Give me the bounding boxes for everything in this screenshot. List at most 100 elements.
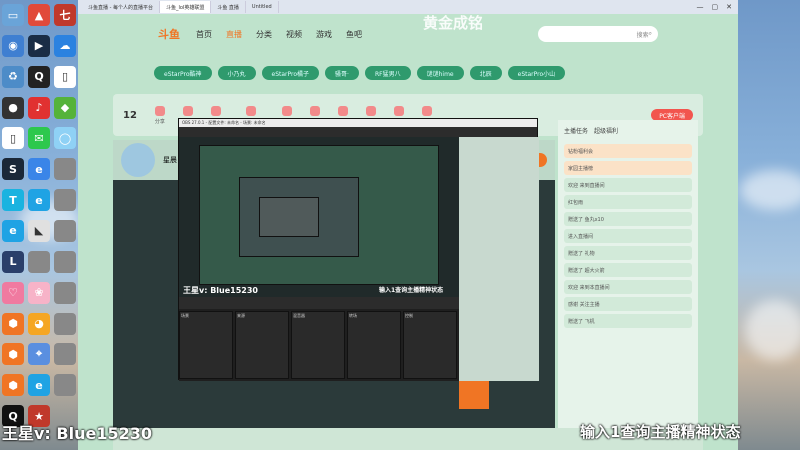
toolbar-icon (422, 105, 433, 116)
orange3-icon[interactable]: ⬢ (2, 374, 24, 397)
obs-docks: 场景 来源 混音器 转场 控制 (179, 309, 459, 381)
obs-window[interactable]: OBS 27.0.1 - 配置文件: 未命名 - 场景: 未命名 王星v: Bl… (178, 118, 539, 409)
close-icon[interactable]: ✕ (726, 3, 732, 11)
recommend-pill[interactable]: 小乃丸 (217, 66, 256, 80)
sidebar-tabs: 主播任务 超级福利 (558, 120, 698, 141)
wechat-icon[interactable]: ✉ (28, 127, 50, 150)
recommend-pill[interactable]: 骚哥· (325, 66, 359, 80)
steam-icon[interactable]: S (2, 158, 24, 181)
lol-icon[interactable]: L (2, 250, 24, 273)
toolbar-icon (366, 105, 377, 116)
desktop-icons: ▭ ▲ 七 ◉ ▶ ☁ ♻ Q ▯ ● ♪ ◆ ▯ ✉ ◯ Se Te e ◣ L ♡ ❀ ⬢ ◕ ⬢ ⌖ ⬢ e Q ★ (0, 0, 78, 430)
store-icon[interactable]: T (2, 189, 24, 212)
edge-icon[interactable]: e (28, 189, 50, 212)
toolbar-icon (394, 105, 405, 116)
edge3-icon[interactable]: e (28, 374, 50, 397)
nav-item[interactable]: 鱼吧 (346, 29, 362, 40)
edge2-icon[interactable]: e (2, 219, 24, 242)
obs-title: OBS 27.0.1 - 配置文件: 未命名 - 场景: 未命名 (179, 119, 537, 127)
obs-dock[interactable]: 来源 (235, 311, 289, 379)
chat-message: 钻粉福利会 (564, 144, 692, 158)
recommend-pill[interactable]: eStarPro小山 (507, 66, 566, 80)
browser-window: 斗鱼直播 - 每个人的直播平台 斗鱼_lol英雄联盟 斗鱼 直播 Untitled —… (78, 0, 738, 450)
tab-1[interactable]: 斗鱼_lol英雄联盟 (159, 1, 212, 13)
minimize-icon[interactable]: — (697, 3, 704, 11)
recommend-pills: eStarPro酷神 小乃丸 eStarPro橘子 骚哥· RF猛男八 谜谜hime 北辰 e… (154, 66, 566, 80)
cloud-icon[interactable]: ☁ (54, 34, 76, 57)
obs-side-panel (459, 137, 539, 381)
maximize-icon[interactable]: ▢ (712, 3, 719, 11)
recommend-pill[interactable]: 北辰 (469, 66, 502, 80)
nav-item[interactable]: 游戏 (316, 29, 332, 40)
tab-strip: 斗鱼直播 - 每个人的直播平台 斗鱼_lol英雄联盟 斗鱼 直播 Untitled —… (78, 0, 738, 14)
chat-message: 进入直播间 (564, 229, 692, 243)
owl-icon[interactable]: ◕ (28, 312, 50, 335)
video-icon[interactable]: ▶ (28, 34, 50, 57)
nav-item[interactable]: 视频 (286, 29, 302, 40)
inner-caption-right: 输入1查询主播精神状态 (379, 287, 444, 294)
toolbar-label: 分享 (154, 118, 165, 125)
toolbar-item[interactable]: 分享 (154, 105, 165, 125)
chat-message: 红包雨 (564, 195, 692, 209)
main-nav: 首页 直播 分类 视频 游戏 鱼吧 (196, 29, 362, 40)
tab-2[interactable]: 斗鱼 直播 (211, 1, 246, 13)
blank6-icon[interactable] (54, 281, 76, 304)
game-icon[interactable]: 七 (54, 4, 76, 26)
tool-icon[interactable]: Q (28, 65, 50, 88)
search-input[interactable]: 搜索 ⌕ (538, 26, 658, 42)
computer-icon[interactable]: ▭ (2, 4, 24, 26)
app-icon[interactable]: ▲ (28, 4, 50, 26)
site-logo[interactable]: 斗鱼 (158, 26, 180, 42)
obs-dock[interactable]: 混音器 (291, 311, 345, 379)
browser-icon[interactable]: e (28, 158, 50, 181)
music-icon[interactable]: ♪ (28, 96, 50, 119)
orange-icon[interactable]: ⬢ (2, 312, 24, 335)
obs-dock[interactable]: 控制 (403, 311, 457, 379)
toolbar-icon (310, 105, 320, 116)
orange2-icon[interactable]: ⬢ (2, 343, 24, 366)
bubble-icon[interactable]: ◯ (54, 127, 76, 150)
obs-icon[interactable]: ● (2, 96, 24, 119)
blank2-icon[interactable] (54, 189, 76, 212)
nested-preview (259, 197, 319, 237)
toolbar-icon (154, 105, 165, 116)
recommend-pill[interactable]: eStarPro酷神 (154, 66, 212, 80)
toolbar-icon (246, 105, 257, 116)
avatar[interactable] (121, 143, 155, 177)
toolbar-count: 12 (123, 109, 137, 121)
map-icon[interactable]: ⌖ (28, 343, 50, 366)
blank7-icon[interactable] (54, 312, 76, 335)
blank3-icon[interactable] (54, 219, 76, 242)
search-icon[interactable]: ⌕ (649, 30, 652, 38)
overlay-right: 输入1查询主播精神状态 (580, 423, 741, 441)
blank4-icon[interactable] (28, 250, 50, 273)
recommend-pill[interactable]: 谜谜hime (416, 66, 464, 80)
doc-icon[interactable]: ▯ (54, 65, 76, 88)
tab-0[interactable]: 斗鱼直播 - 每个人的直播平台 (82, 1, 160, 13)
network-icon[interactable]: ◉ (2, 34, 24, 57)
game3-icon[interactable]: ◣ (28, 219, 50, 242)
file-icon[interactable]: ▯ (2, 127, 24, 150)
chat-message: 赠送了 礼物 (564, 246, 692, 260)
recycle-icon[interactable]: ♻ (2, 65, 24, 88)
toolbar-icon (210, 105, 221, 116)
tab-anchor-task[interactable]: 主播任务 (564, 126, 588, 135)
tab-3[interactable]: Untitled (246, 1, 279, 13)
obs-dock[interactable]: 场景 (179, 311, 233, 379)
cloud (740, 170, 800, 210)
recommend-pill[interactable]: eStarPro橘子 (261, 66, 320, 80)
pink2-icon[interactable]: ❀ (28, 281, 50, 304)
nav-item[interactable]: 分类 (256, 29, 272, 40)
chat-message: 赠送了 鱼丸x10 (564, 212, 692, 226)
pink-icon[interactable]: ♡ (2, 281, 24, 304)
obs-dock[interactable]: 转场 (347, 311, 401, 379)
blank8-icon[interactable] (54, 343, 76, 366)
blank9-icon[interactable] (54, 374, 76, 397)
tab-benefit[interactable]: 超级福利 (594, 126, 618, 135)
blank5-icon[interactable] (54, 250, 76, 273)
game2-icon[interactable]: ◆ (54, 96, 76, 119)
nav-item[interactable]: 直播 (226, 29, 242, 40)
blank-icon[interactable] (54, 158, 76, 181)
nav-item[interactable]: 首页 (196, 29, 212, 40)
recommend-pill[interactable]: RF猛男八 (364, 66, 411, 80)
